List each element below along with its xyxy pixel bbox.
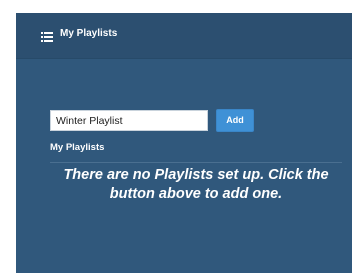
- panel-body: Add My Playlists There are no Playlists …: [16, 59, 352, 273]
- panel-title: My Playlists: [60, 28, 118, 39]
- section-divider: [50, 162, 342, 163]
- playlists-panel: My Playlists Add My Playlists There are …: [16, 13, 352, 273]
- list-icon: [41, 29, 53, 42]
- add-button[interactable]: Add: [216, 109, 254, 132]
- playlists-section-title: My Playlists: [50, 142, 105, 153]
- page-frame: My Playlists Add My Playlists There are …: [0, 0, 353, 273]
- empty-playlists-message: There are no Playlists set up. Click the…: [63, 167, 329, 202]
- playlist-name-input[interactable]: [50, 110, 208, 131]
- panel-header: My Playlists: [16, 13, 352, 59]
